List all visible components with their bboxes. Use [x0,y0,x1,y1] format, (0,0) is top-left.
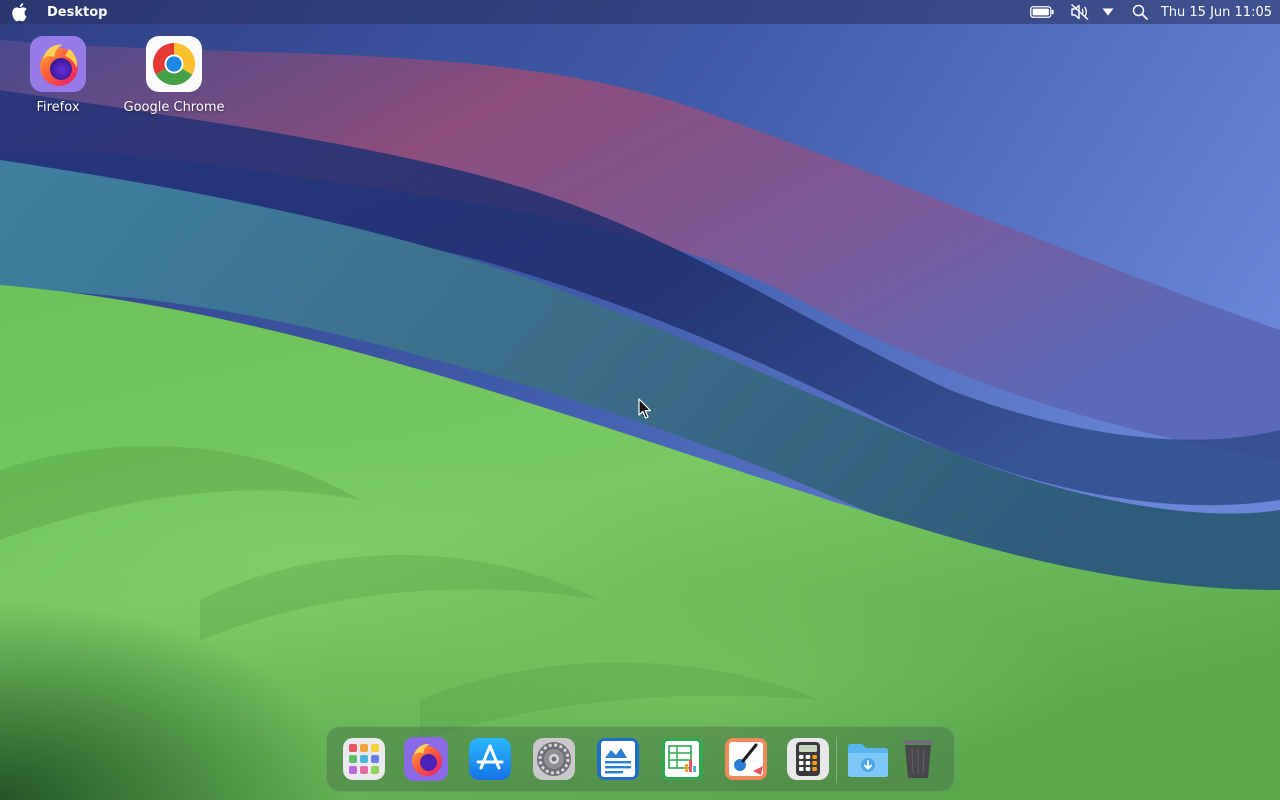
dock-item-firefox[interactable] [403,736,449,782]
dock-item-spreadsheet[interactable] [659,736,705,782]
menu-bar-status-area: Thu 15 Jun 11:05 [1029,0,1272,24]
menu-bar: Desktop Thu 15 Jun 11:05 [0,0,1280,24]
desktop-icon-label: Google Chrome [123,100,225,115]
chrome-icon [146,36,202,92]
desktop-icon-firefox[interactable]: Firefox [3,35,113,115]
active-app-name: Desktop [47,4,108,20]
gear-icon [533,738,575,780]
dock-item-downloads[interactable] [845,736,891,782]
desktop[interactable]: Desktop Thu 15 Jun 11:05 Firefox Google … [0,0,1280,800]
sound-muted-icon[interactable] [1069,0,1091,24]
downloads-folder-icon [848,744,888,777]
calculator-icon [787,738,829,780]
dock-item-launchpad[interactable] [341,736,387,782]
app-store-icon [469,738,511,780]
desktop-icon-chrome[interactable]: Google Chrome [119,35,229,115]
apple-logo-icon[interactable] [9,2,29,22]
paint-icon [725,738,767,780]
clock[interactable]: Thu 15 Jun 11:05 [1161,5,1272,20]
dock-item-trash[interactable] [895,736,941,782]
firefox-icon [404,737,448,781]
dock [326,726,955,792]
dock-item-paint[interactable] [723,736,769,782]
dock-item-app-store[interactable] [467,736,513,782]
dock-item-system-settings[interactable] [531,736,577,782]
document-icon [597,738,639,780]
dock-item-writer[interactable] [595,736,641,782]
firefox-icon [30,36,86,92]
dropdown-arrow-icon[interactable] [1101,0,1115,24]
spreadsheet-icon [661,738,703,780]
trash-icon [903,740,933,778]
search-icon[interactable] [1131,0,1149,24]
battery-icon[interactable] [1029,0,1055,24]
dock-item-calculator[interactable] [785,736,831,782]
mouse-cursor-icon [638,398,651,419]
dock-separator [836,737,837,783]
desktop-icon-label: Firefox [36,100,80,115]
launchpad-icon [343,738,385,780]
